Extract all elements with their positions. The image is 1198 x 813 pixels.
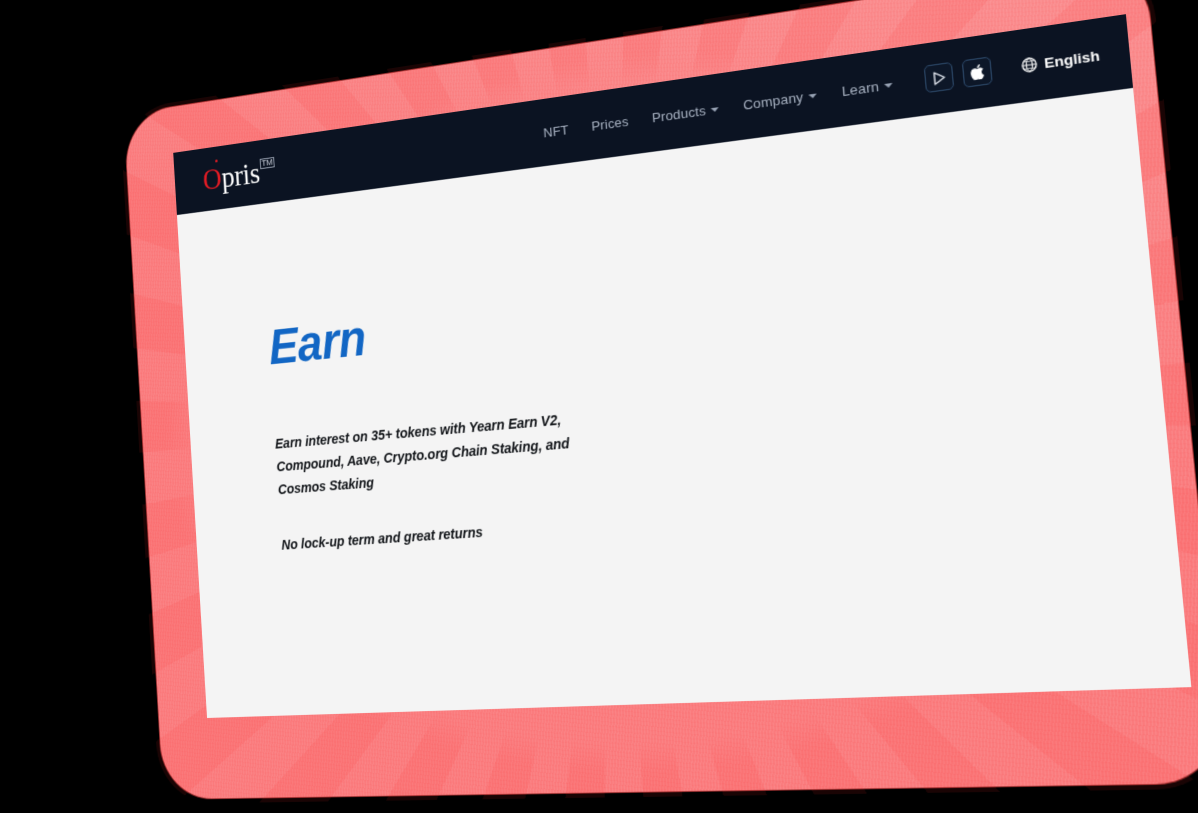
nav-label: Learn: [841, 78, 880, 99]
hero-copy: Earn interest on 35+ tokens with Yearn E…: [274, 408, 582, 557]
globe-icon: [1021, 56, 1038, 73]
nav-item-products[interactable]: Products: [651, 101, 720, 125]
chevron-down-icon: [884, 82, 894, 89]
chevron-down-icon: [710, 107, 720, 113]
nav-item-company[interactable]: Company: [742, 87, 817, 112]
hero-paragraph-primary: Earn interest on 35+ tokens with Yearn E…: [274, 412, 571, 498]
nav-label: Prices: [590, 113, 630, 134]
nav-label: NFT: [542, 121, 570, 140]
site-logo[interactable]: O pris TM: [201, 155, 276, 197]
language-label: English: [1043, 47, 1101, 71]
chevron-down-icon: [808, 93, 817, 99]
language-selector[interactable]: English: [1021, 47, 1100, 74]
mockup-stage: O pris TM NFT Prices Products Company Le…: [0, 0, 1198, 813]
play-triangle-icon: [933, 70, 946, 85]
app-store-button[interactable]: [961, 56, 994, 88]
logo-letter-o: O: [201, 161, 223, 197]
nav-item-nft[interactable]: NFT: [543, 122, 569, 140]
logo-text: pris: [220, 155, 261, 194]
apple-logo-icon: [969, 63, 985, 81]
page-title: Earn: [267, 310, 368, 375]
device-mockup: O pris TM NFT Prices Products Company Le…: [119, 0, 1198, 804]
nav-item-prices[interactable]: Prices: [591, 113, 629, 133]
navbar-actions: English: [923, 41, 1101, 94]
nav-item-learn[interactable]: Learn: [841, 76, 894, 99]
trademark-symbol: TM: [259, 156, 275, 170]
hero-paragraph-secondary: No lock-up term and great returns: [281, 524, 484, 554]
